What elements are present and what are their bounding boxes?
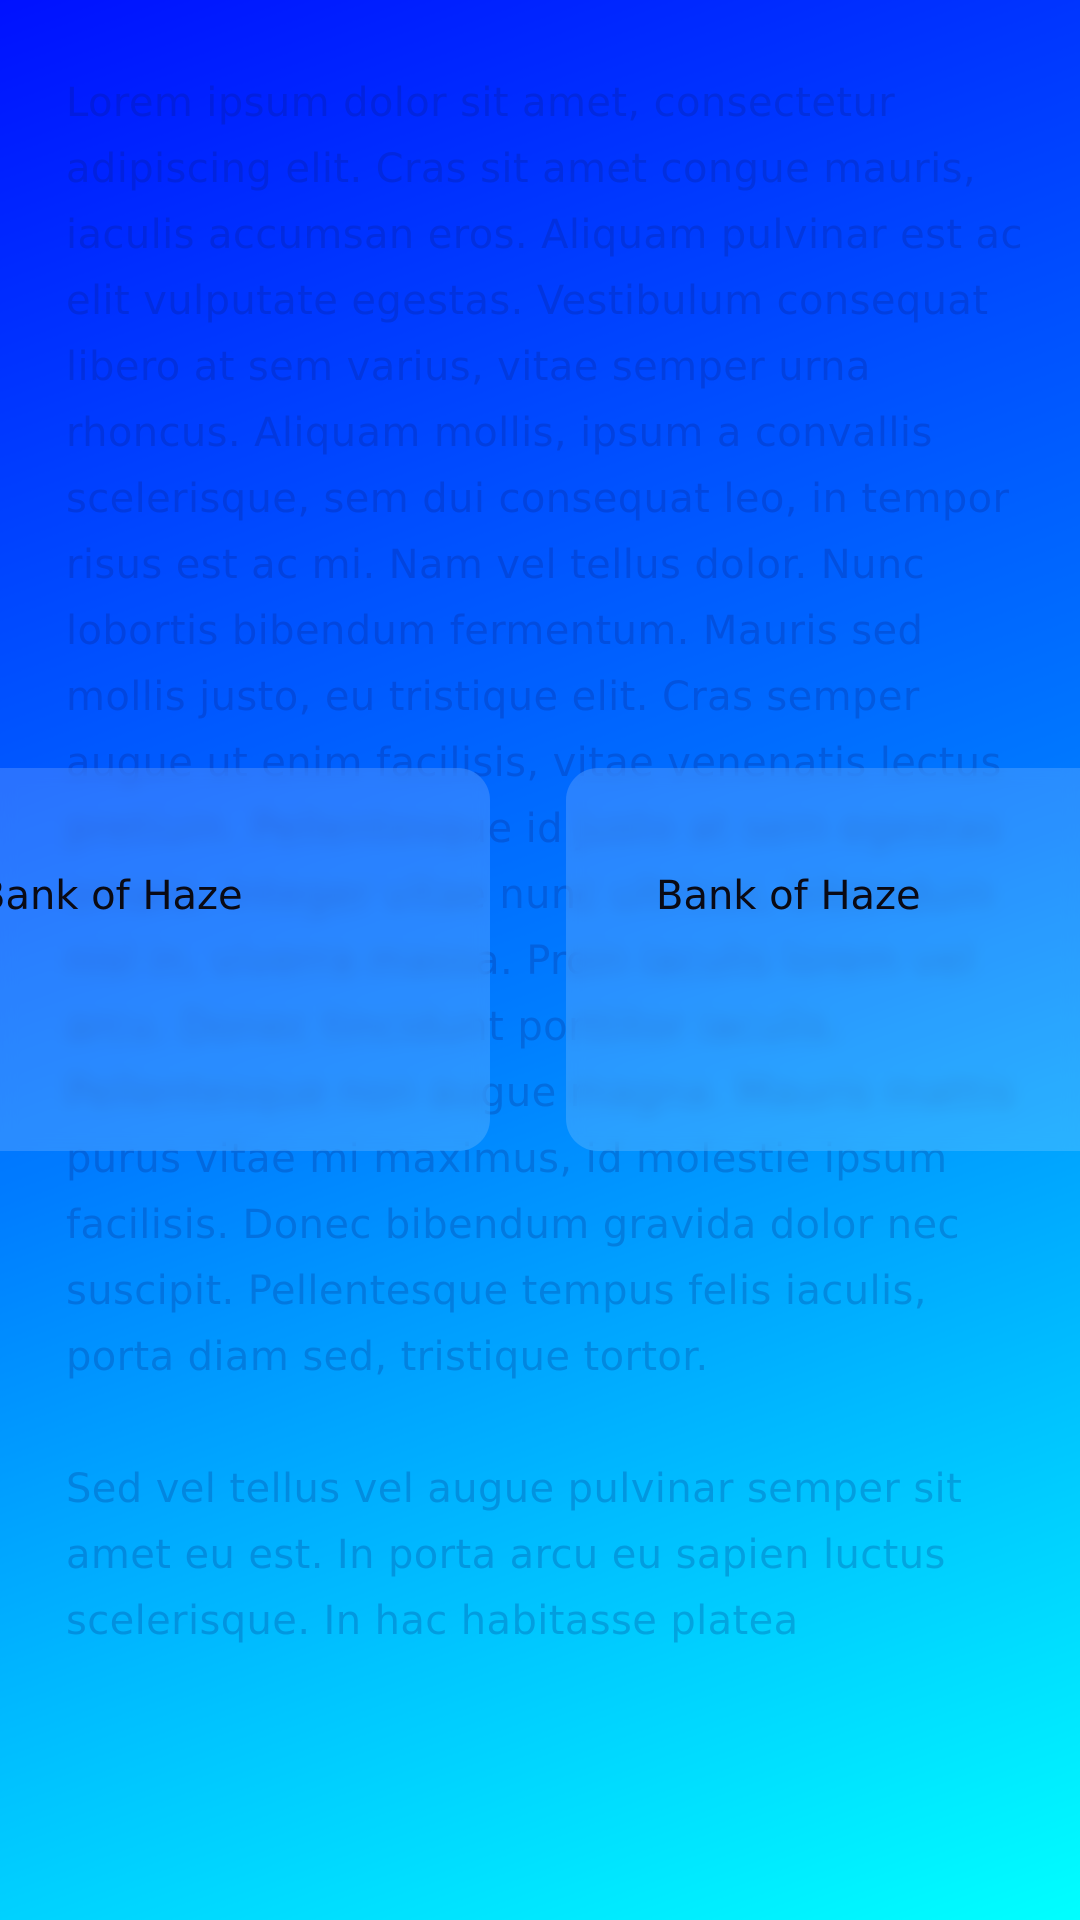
bank-card[interactable]: Bank of Haze (0, 768, 490, 1151)
paragraph: Sed vel tellus vel augue pulvinar semper… (66, 1466, 963, 1644)
bank-card-title: Bank of Haze (0, 873, 243, 919)
bank-card[interactable]: Bank of Haze (566, 768, 1080, 1151)
paragraph: Lorem ipsum dolor sit amet, consectetur … (66, 80, 1023, 1380)
bank-card-title: Bank of Haze (656, 873, 921, 919)
